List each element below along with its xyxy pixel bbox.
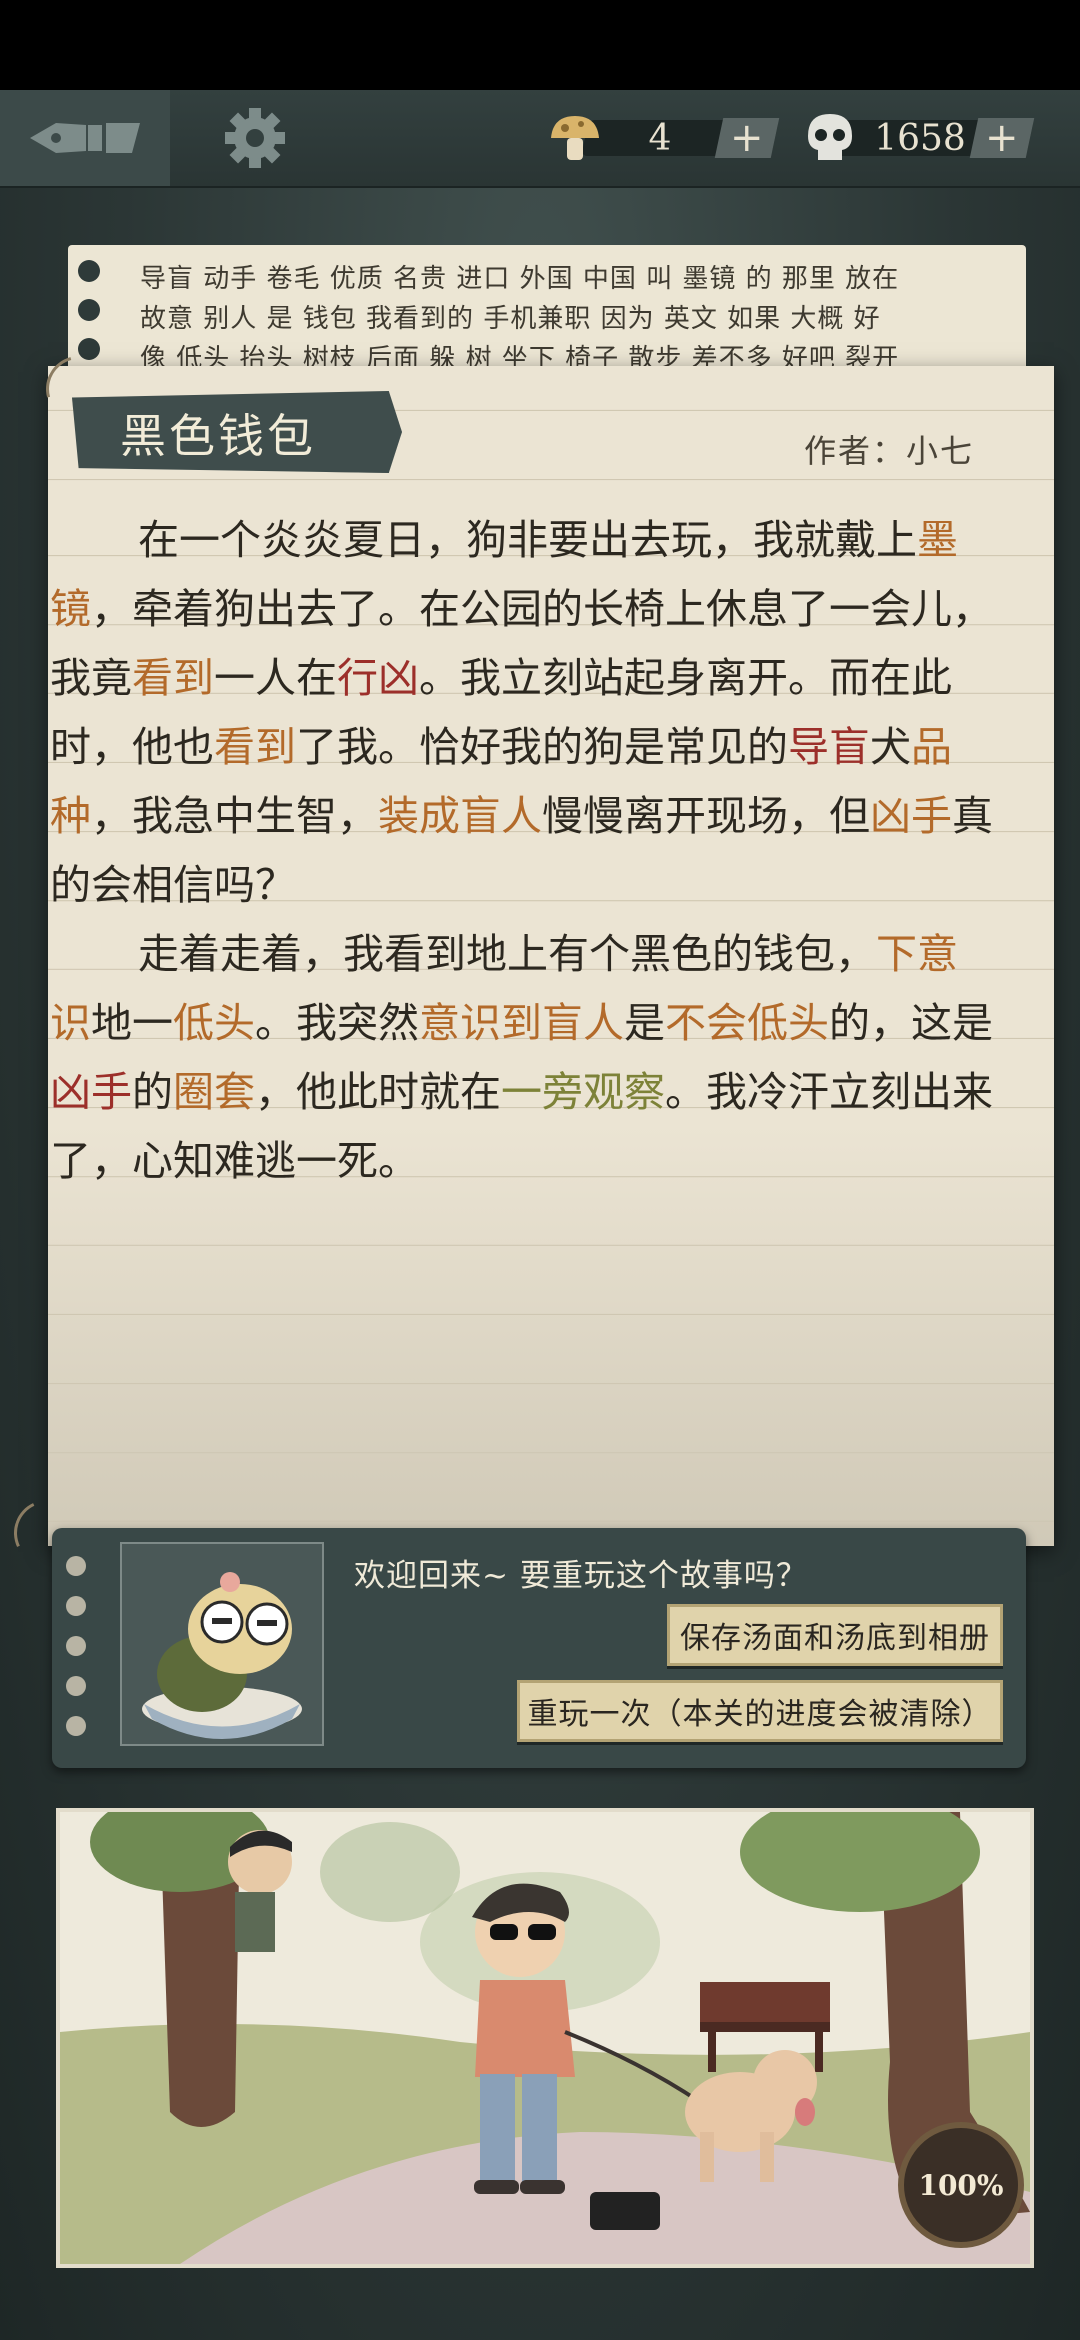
- highlighted-keyword: 装成盲人: [378, 792, 542, 840]
- mushroom-count: 4: [648, 117, 672, 159]
- turtle-avatar: [120, 1542, 324, 1746]
- story-segment: 一人在: [214, 654, 337, 702]
- add-mushroom-button[interactable]: +: [714, 115, 780, 161]
- story-illustration: 100%: [56, 1808, 1034, 2268]
- highlighted-keyword: 看到: [214, 723, 296, 771]
- highlighted-keyword: 不会低头: [665, 999, 829, 1047]
- story-segment: 犬: [870, 723, 911, 771]
- highlighted-keyword: 导盲: [788, 723, 870, 771]
- story-title: 黑色钱包: [120, 409, 316, 463]
- highlighted-keyword: 圈套: [173, 1068, 255, 1116]
- highlighted-keyword: 意识到盲人: [419, 999, 624, 1047]
- skull-icon: [808, 114, 852, 160]
- highlighted-keyword: 看到: [132, 654, 214, 702]
- keyword-list: 导盲 动手 卷毛 优质 名贵 进口 外国 中国 叫 墨镜 的 那里 放在 故意 …: [140, 259, 986, 379]
- story-paragraph: 走着走着，我看到地上有个黑色的钱包，下意识地一低头。我突然意识到盲人是不会低头的…: [48, 920, 998, 1196]
- story-text: 在一个炎炎夏日，狗非要出去玩，我就戴上墨镜，牵着狗出去了。在公园的长椅上休息了一…: [48, 506, 998, 1196]
- save-to-album-button[interactable]: 保存汤面和汤底到相册: [667, 1604, 1003, 1666]
- settings-button[interactable]: [190, 90, 320, 186]
- story-segment: 走着走着，我看到地上有个黑色的钱包，: [138, 930, 876, 978]
- story-segment: 地一: [91, 999, 173, 1047]
- mushroom-icon: [551, 116, 599, 160]
- story-paragraph: 在一个炎炎夏日，狗非要出去玩，我就戴上墨镜，牵着狗出去了。在公园的长椅上休息了一…: [48, 506, 998, 920]
- highlighted-keyword: 一旁观察: [501, 1068, 665, 1116]
- story-segment: ，他此时就在: [255, 1068, 501, 1116]
- story-segment: ，我急中生智，: [91, 792, 378, 840]
- mushroom-currency: 4 +: [545, 112, 780, 164]
- story-segment: 是: [624, 999, 665, 1047]
- turtle-character-icon: [142, 1572, 302, 1739]
- story-paper: 黑色钱包 作者：小七 在一个炎炎夏日，狗非要出去玩，我就戴上墨镜，牵着狗出去了。…: [33, 343, 1054, 1546]
- story-segment: 。我突然: [255, 999, 419, 1047]
- story-segment: 了我。恰好我的狗是常见的: [296, 723, 788, 771]
- dialog-message: 欢迎回来~ 要重玩这个故事吗？: [354, 1558, 808, 1594]
- replay-button[interactable]: 重玩一次（本关的进度会被清除）: [517, 1680, 1003, 1742]
- story-segment: 的: [132, 1068, 173, 1116]
- story-author: 作者：小七: [803, 432, 974, 470]
- highlighted-keyword: 凶手: [50, 1068, 132, 1116]
- status-bar: [0, 0, 1080, 90]
- fountain-pen-back-icon: [30, 123, 140, 153]
- story-segment: 在一个炎炎夏日，狗非要出去玩，我就戴上: [138, 516, 917, 564]
- keyword-line: 故意 别人 是 钱包 我看到的 手机兼职 因为 英文 如果 大概 好: [140, 304, 881, 334]
- add-skull-button[interactable]: +: [969, 115, 1035, 161]
- story-segment: 的，这是: [829, 999, 993, 1047]
- binder-holes: [66, 1556, 86, 1756]
- highlighted-keyword: 低头: [173, 999, 255, 1047]
- story-segment: 慢慢离开现场，但: [542, 792, 870, 840]
- gear-icon: [225, 108, 285, 168]
- back-button[interactable]: [0, 90, 170, 186]
- park-scene-illustration: [60, 1812, 1030, 2264]
- keyword-line: 导盲 动手 卷毛 优质 名贵 进口 外国 中国 叫 墨镜 的 那里 放在: [140, 264, 900, 294]
- plus-icon: +: [985, 115, 1019, 161]
- highlighted-keyword: 凶手: [870, 792, 952, 840]
- plus-icon: +: [730, 115, 764, 161]
- skull-currency: 1658 +: [800, 112, 1035, 164]
- top-bar: 4 + 1658 +: [0, 90, 1080, 188]
- highlighted-keyword: 行凶: [337, 654, 419, 702]
- skull-count: 1658: [874, 117, 966, 159]
- progress-badge: 100%: [898, 2122, 1024, 2248]
- replay-dialog: 欢迎回来~ 要重玩这个故事吗？ 保存汤面和汤底到相册 重玩一次（本关的进度会被清…: [52, 1528, 1026, 1768]
